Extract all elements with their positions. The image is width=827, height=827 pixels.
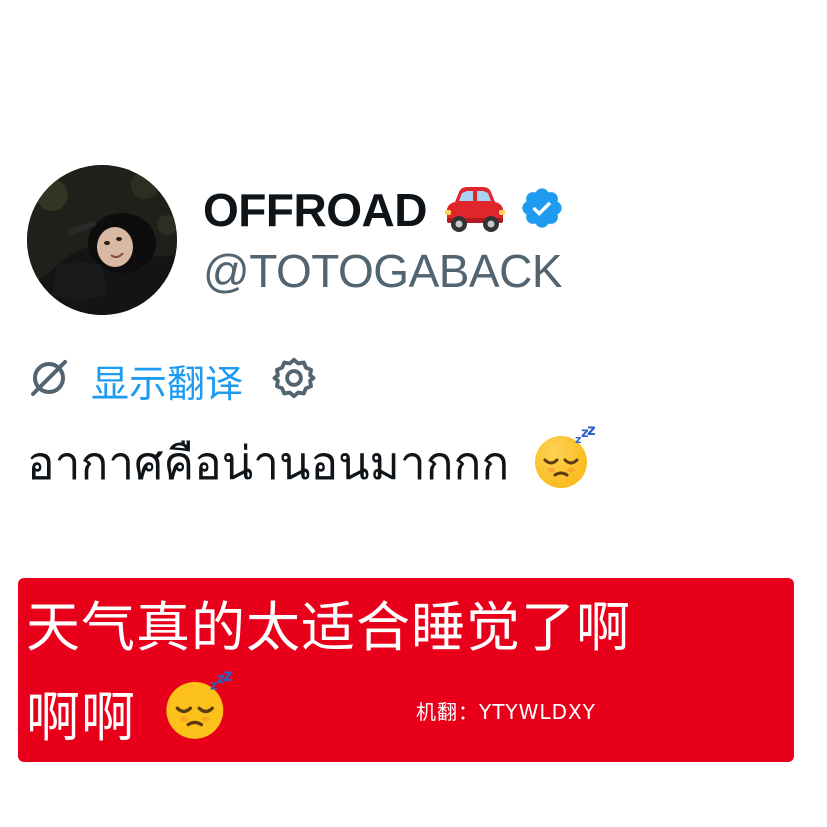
verified-badge-icon [519,185,565,235]
show-translation-link[interactable]: 显示翻译 [91,353,243,408]
car-icon [441,182,507,238]
sleeping-face-icon: z z z [531,421,596,501]
translator-credit: 机翻：YTYWLDXY [416,700,596,724]
display-name[interactable]: OFFROAD [203,183,427,237]
tweet-text-row: อากาศคือน่านอนมากกก z z z [27,421,596,501]
banner-text-line2: 啊啊 [26,685,136,749]
handle[interactable]: @TOTOGABACK [203,243,563,299]
translate-icon [27,356,71,404]
banner-text-line2-row: 啊啊 z z z [26,665,233,754]
tweet-text: อากาศคือน่านอนมากกก [27,435,510,490]
translate-row: 显示翻译 [27,352,317,408]
banner-text-line1: 天气真的太适合睡觉了啊 [26,596,631,659]
translation-banner: 天气真的太适合睡觉了啊 啊啊 z z z 机翻：YTYWLDXY [18,578,794,762]
sleeping-face-icon: z z z [162,665,233,754]
profile-name-row: OFFROAD [203,180,565,240]
gear-icon[interactable] [271,355,317,405]
avatar[interactable] [27,165,177,315]
svg-text:z: z [223,671,232,685]
svg-text:z: z [587,426,595,439]
